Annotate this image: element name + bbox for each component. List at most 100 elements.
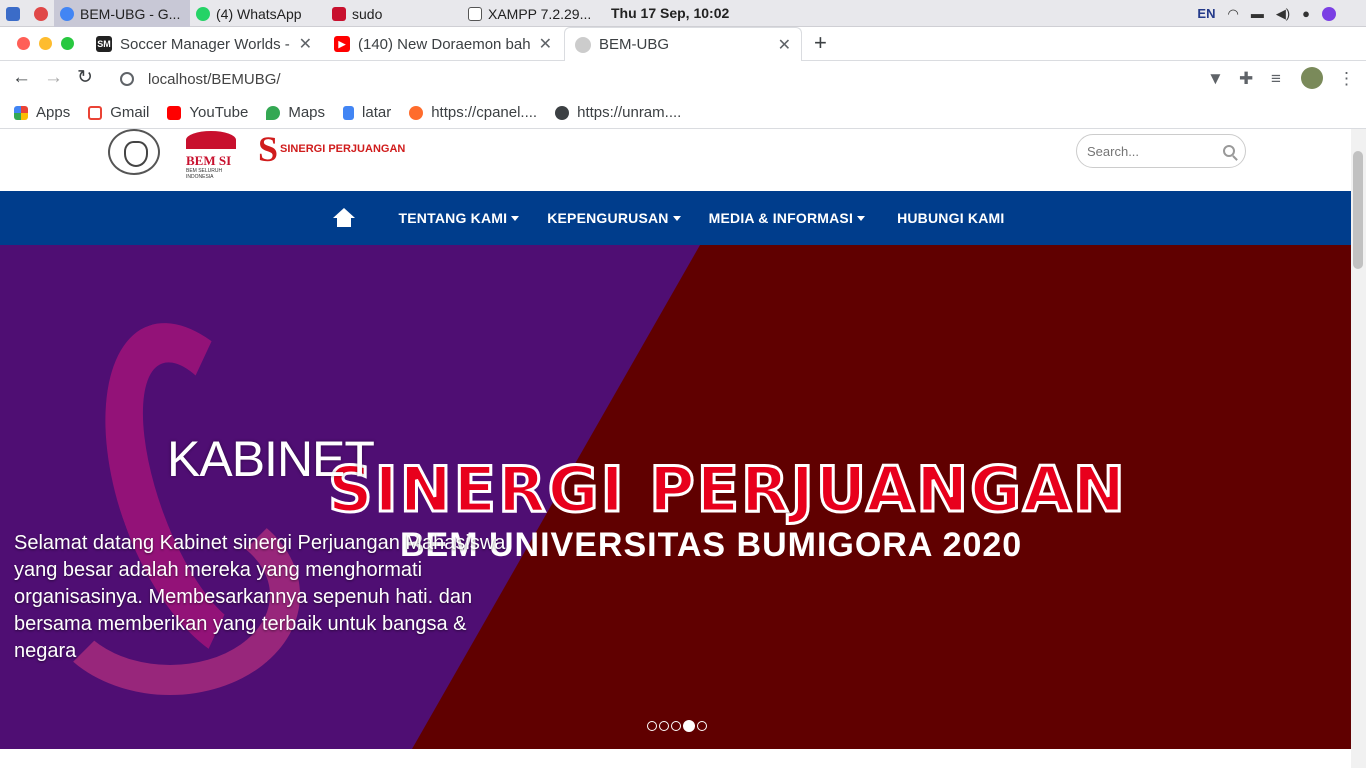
battery-icon[interactable]: ▬ (1251, 6, 1264, 21)
forward-button[interactable]: → (44, 66, 63, 90)
bookmark-latar[interactable]: latar (343, 104, 391, 121)
bookmark-unram[interactable]: https://unram.... (555, 104, 681, 121)
user-icon[interactable] (1322, 6, 1336, 21)
carousel-dot[interactable] (659, 721, 669, 731)
carousel-indicators (647, 720, 707, 732)
sinergi-logo-text: SINERGI PERJUANGAN (280, 143, 406, 155)
menu-icon[interactable]: ⋮ (1338, 69, 1355, 89)
nav-tentang-kami[interactable]: TENTANG KAMI (399, 210, 520, 226)
launcher-icon[interactable] (0, 0, 26, 27)
new-tab-button[interactable]: + (814, 31, 827, 55)
extensions-icon[interactable]: ✚ (1239, 69, 1253, 89)
nav-media-informasi[interactable]: MEDIA & INFORMASI (709, 210, 866, 226)
bookmark-apps[interactable]: Apps (14, 104, 70, 121)
carousel-dot-active[interactable] (683, 720, 695, 732)
bookmark-label: Maps (288, 104, 326, 121)
keyboard-layout[interactable]: EN (1197, 6, 1215, 21)
search-input[interactable] (1087, 143, 1223, 159)
back-button[interactable]: ← (12, 66, 31, 90)
caret-down-icon (511, 215, 520, 221)
close-tab-icon[interactable]: ✕ (539, 34, 552, 54)
bemsi-logo[interactable]: BEM SI BEM SELURUH INDONESIA (182, 131, 240, 180)
carousel-dot[interactable] (647, 721, 657, 731)
reload-button[interactable]: ↻ (77, 66, 93, 90)
globe-icon (555, 105, 570, 120)
scrollbar-thumb[interactable] (1353, 151, 1363, 269)
bookmark-gmail[interactable]: Gmail (88, 104, 149, 121)
caret-down-icon (672, 215, 681, 221)
whatsapp-icon (196, 6, 210, 21)
nav-hubungi-kami[interactable]: HUBUNGI KAMI (897, 210, 1004, 226)
os-taskbar: BEM-UBG - G... (4) WhatsApp sudo XAMPP 7… (0, 0, 1366, 27)
close-window-button[interactable] (17, 37, 30, 50)
banner-title: SINERGI PERJUANGAN (327, 452, 1127, 528)
minimize-window-button[interactable] (39, 37, 52, 50)
maximize-window-button[interactable] (61, 37, 74, 50)
terminal-icon (332, 6, 346, 21)
close-tab-icon[interactable]: ✕ (299, 34, 312, 54)
media-controls-icon[interactable]: ≡ (1271, 69, 1281, 89)
clock[interactable]: Thu 17 Sep, 10:02 (611, 0, 729, 27)
phoenix-icon: S (258, 129, 279, 169)
site-info-icon[interactable] (120, 72, 134, 86)
taskbar-item-chrome[interactable]: BEM-UBG - G... (54, 0, 190, 27)
site-header: BEM SI BEM SELURUH INDONESIA S SINERGI P… (0, 129, 1351, 191)
tab-bem-ubg[interactable]: BEM-UBG ✕ (564, 27, 802, 61)
nav-label: HUBUNGI KAMI (897, 210, 1005, 226)
bookmark-cpanel[interactable]: https://cpanel.... (409, 104, 537, 121)
volume-icon[interactable]: ◀) (1276, 6, 1290, 22)
address-bar[interactable]: localhost/BEMUBG/ (112, 66, 1192, 92)
nav-kepengurusan[interactable]: KEPENGURUSAN (547, 210, 681, 226)
tab-soccer-manager[interactable]: SM Soccer Manager Worlds - ✕ (86, 27, 322, 61)
apps-grid-icon (14, 105, 28, 120)
browser-tab-strip: SM Soccer Manager Worlds - ✕ ▶ (140) New… (0, 27, 1366, 61)
close-tab-icon[interactable]: ✕ (778, 35, 791, 55)
hero-heading: KABINET (167, 431, 375, 487)
bookmark-youtube[interactable]: YouTube (167, 104, 248, 121)
bookmark-label: Gmail (110, 104, 150, 121)
bookmark-label: YouTube (189, 104, 249, 121)
cpanel-icon (409, 105, 424, 120)
taskbar-item-xampp[interactable]: XAMPP 7.2.29... (462, 0, 602, 27)
tab-title: BEM-UBG (599, 36, 670, 53)
notification-bell-icon[interactable]: ● (1302, 6, 1310, 21)
maps-pin-icon (266, 105, 281, 120)
hero-description: Selamat datang Kabinet sinergi Perjuanga… (14, 532, 506, 662)
sinergi-perjuangan-logo[interactable]: S SINERGI PERJUANGAN (258, 131, 405, 167)
taskbar-item-label: sudo (352, 5, 383, 22)
nav-label: TENTANG KAMI (398, 210, 508, 226)
document-icon (343, 105, 355, 120)
bookmark-maps[interactable]: Maps (266, 104, 325, 121)
main-navigation: TENTANG KAMI KEPENGURUSAN MEDIA & INFORM… (0, 191, 1351, 245)
taskbar-item-label: XAMPP 7.2.29... (488, 5, 592, 22)
wifi-icon[interactable]: ◠ (1227, 6, 1238, 22)
recorder-icon[interactable] (28, 0, 52, 27)
page-scrollbar[interactable] (1351, 129, 1366, 768)
university-seal-logo[interactable] (108, 129, 160, 175)
bookmarks-bar: Apps Gmail YouTube Maps latar https://cp… (0, 97, 1366, 129)
bemsi-map-icon (186, 131, 236, 149)
tab-youtube[interactable]: ▶ (140) New Doraemon bah ✕ (324, 27, 562, 61)
carousel-dot[interactable] (671, 721, 681, 731)
caret-down-icon (857, 215, 866, 221)
tab-title: Soccer Manager Worlds - (120, 35, 290, 53)
profile-avatar[interactable] (1301, 67, 1323, 89)
youtube-icon (167, 105, 182, 120)
taskbar-item-label: (4) WhatsApp (216, 5, 302, 22)
search-icon[interactable] (1223, 145, 1235, 157)
nav-label: KEPENGURUSAN (547, 210, 669, 226)
chrome-icon (60, 6, 74, 21)
taskbar-item-terminal[interactable]: sudo (326, 0, 456, 27)
url-text[interactable]: localhost/BEMUBG/ (148, 71, 281, 88)
vpn-extension-icon[interactable]: ▼ (1207, 69, 1224, 89)
web-page: BEM SI BEM SELURUH INDONESIA S SINERGI P… (0, 129, 1351, 768)
soccer-manager-icon: SM (96, 36, 112, 52)
bemsi-logo-text: BEM SI (186, 153, 232, 168)
taskbar-item-whatsapp[interactable]: (4) WhatsApp (190, 0, 320, 27)
site-search[interactable] (1076, 134, 1246, 168)
carousel-dot[interactable] (697, 721, 707, 731)
hero-carousel[interactable]: SINERGI PERJUANGAN BEM UNIVERSITAS BUMIG… (0, 245, 1351, 749)
home-icon[interactable] (332, 208, 355, 228)
window-icon (468, 6, 482, 21)
youtube-icon: ▶ (334, 36, 350, 52)
